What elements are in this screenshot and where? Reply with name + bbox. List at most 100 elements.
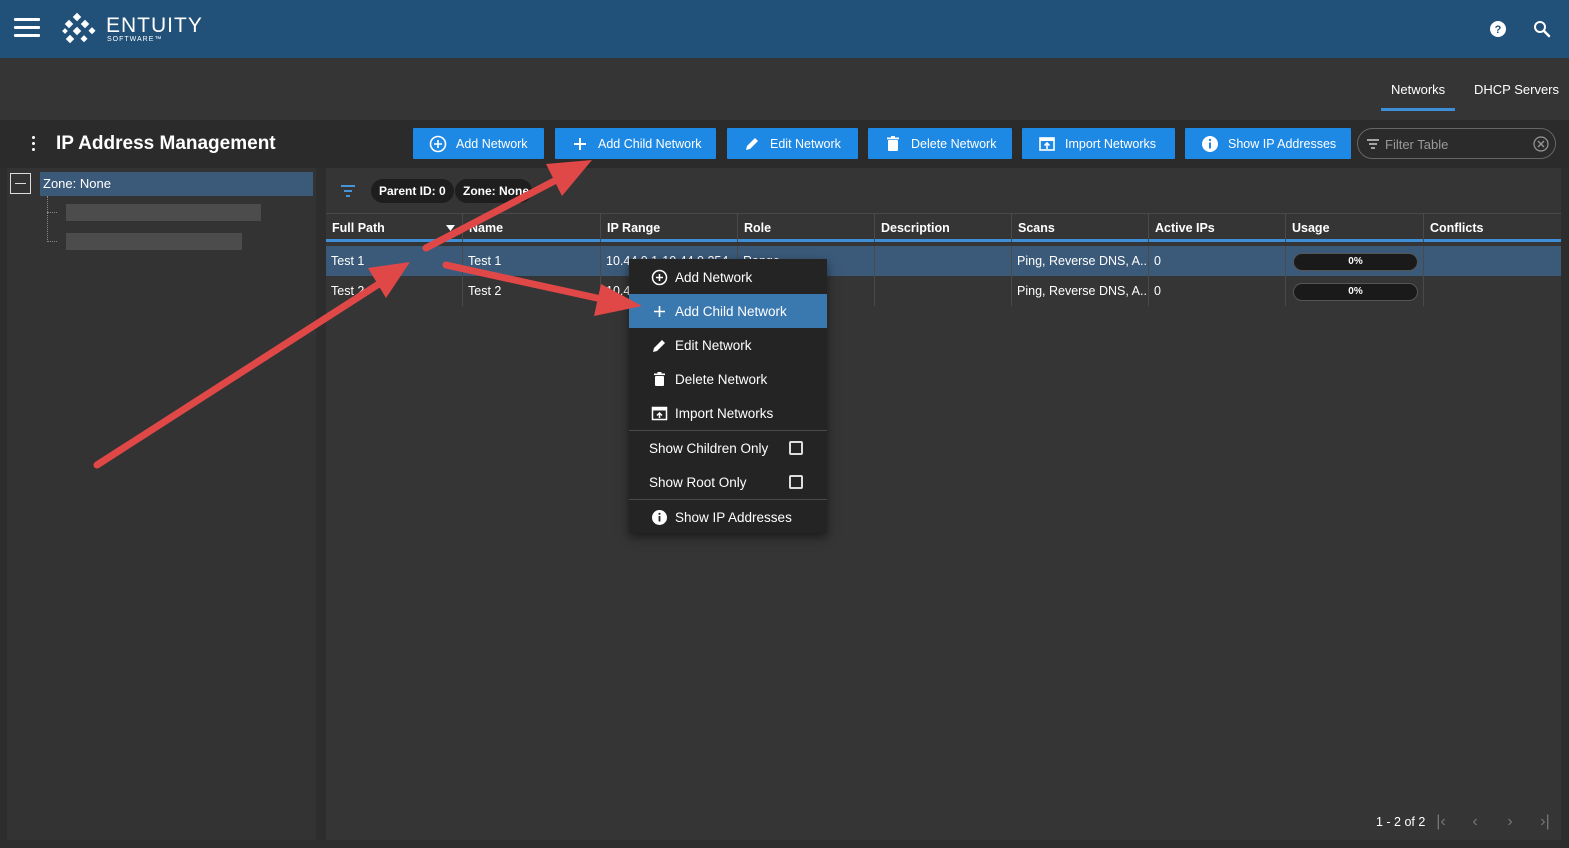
cell-active-ips: 0 <box>1149 276 1286 306</box>
import-icon <box>1038 135 1056 153</box>
pencil-icon <box>743 135 761 153</box>
menu-item-show-ip-addresses[interactable]: Show IP Addresses <box>629 500 827 534</box>
plus-icon <box>651 303 668 320</box>
cell-usage: 0% <box>1286 276 1424 306</box>
menu-item-delete-network[interactable]: Delete Network <box>629 362 827 396</box>
context-menu: Add Network Add Child Network Edit Netwo… <box>629 259 827 533</box>
column-header-name[interactable]: Name <box>463 214 601 242</box>
column-header-active-ips[interactable]: Active IPs <box>1149 214 1286 242</box>
cell-name: Test 1 <box>463 246 601 276</box>
zone-tree-panel: Zone: None <box>7 168 316 840</box>
column-header-full-path[interactable]: Full Path <box>326 214 463 242</box>
menu-item-label: Show IP Addresses <box>675 509 792 525</box>
add-child-network-button[interactable]: Add Child Network <box>555 128 716 159</box>
column-label: Full Path <box>332 221 385 235</box>
tab-dhcp-servers[interactable]: DHCP Servers <box>1474 82 1559 97</box>
sort-desc-icon <box>446 225 455 231</box>
cell-name: Test 2 <box>463 276 601 306</box>
import-networks-button[interactable]: Import Networks <box>1022 128 1175 159</box>
clear-filter-icon[interactable] <box>1533 136 1549 152</box>
cell-active-ips: 0 <box>1149 246 1286 276</box>
tree-node-redacted[interactable] <box>66 233 242 250</box>
tree-connector <box>47 241 57 242</box>
info-icon <box>1201 135 1219 153</box>
brand-sub: SOFTWARE™ <box>107 35 163 43</box>
delete-network-button[interactable]: Delete Network <box>868 128 1012 159</box>
svg-text:?: ? <box>1495 24 1502 36</box>
cell-full-path: Test 2 <box>326 276 463 306</box>
table-header: Full Path Name IP Range Role Description… <box>326 213 1561 242</box>
menu-item-show-children-only[interactable]: Show Children Only <box>629 431 827 465</box>
tree-node-zone-none[interactable]: Zone: None <box>40 172 313 196</box>
filter-chip-parent-id[interactable]: Parent ID: 0 <box>371 179 454 203</box>
cell-conflicts <box>1424 276 1561 306</box>
menu-item-edit-network[interactable]: Edit Network <box>629 328 827 362</box>
add-network-button[interactable]: Add Network <box>413 128 544 159</box>
cell-scans: Ping, Reverse DNS, A... <box>1012 276 1149 306</box>
menu-item-label: Edit Network <box>675 337 752 353</box>
first-page-icon[interactable]: |‹ <box>1431 813 1451 833</box>
filter-lines-icon <box>1367 139 1379 149</box>
menu-item-label: Show Children Only <box>649 440 769 456</box>
info-icon <box>651 509 668 526</box>
cell-usage: 0% <box>1286 246 1424 276</box>
usage-bar: 0% <box>1293 253 1418 271</box>
table-row[interactable]: Test 2 Test 2 10.4 Ping, Reverse DNS, A.… <box>326 276 1561 306</box>
menu-item-add-child-network[interactable]: Add Child Network <box>629 294 827 328</box>
page-header: IP Address Management Add Network Add Ch… <box>0 120 1569 168</box>
tree-node-redacted[interactable] <box>66 204 261 221</box>
menu-item-show-root-only[interactable]: Show Root Only <box>629 465 827 499</box>
table-row[interactable]: Test 1 Test 1 10.44.0.1-10.44.0.254 Rang… <box>326 246 1561 276</box>
show-ip-addresses-button[interactable]: Show IP Addresses <box>1185 128 1351 159</box>
cell-description <box>875 276 1012 306</box>
import-networks-label: Import Networks <box>1065 136 1156 151</box>
filter-table-box <box>1357 128 1556 159</box>
column-header-ip-range[interactable]: IP Range <box>601 214 738 242</box>
last-page-icon[interactable]: ›| <box>1535 813 1555 833</box>
search-icon[interactable] <box>1531 18 1553 40</box>
checkbox-show-root-only[interactable] <box>789 475 803 489</box>
checkbox-show-children-only[interactable] <box>789 441 803 455</box>
sub-navigation: Networks DHCP Servers <box>0 58 1569 120</box>
menu-item-import-networks[interactable]: Import Networks <box>629 396 827 430</box>
import-icon <box>651 405 668 422</box>
filter-table-input[interactable] <box>1385 135 1525 153</box>
delete-network-label: Delete Network <box>911 136 997 151</box>
brand-name: ENTUITY <box>106 13 203 37</box>
column-header-conflicts[interactable]: Conflicts <box>1424 214 1561 242</box>
collapse-toggle-icon[interactable] <box>10 173 31 194</box>
menu-item-label: Add Child Network <box>675 303 787 319</box>
plus-icon <box>571 135 589 153</box>
more-options-icon[interactable] <box>28 136 38 154</box>
cell-description <box>875 246 1012 276</box>
filter-chip-zone[interactable]: Zone: None <box>455 179 532 203</box>
tree-connector <box>47 196 48 242</box>
cell-conflicts <box>1424 246 1561 276</box>
networks-table-panel: Parent ID: 0 Zone: None Full Path Name I… <box>326 168 1561 840</box>
usage-bar: 0% <box>1293 283 1418 301</box>
filter-icon[interactable] <box>340 184 356 203</box>
prev-page-icon[interactable]: ‹ <box>1465 813 1485 833</box>
help-icon[interactable]: ? <box>1487 18 1509 40</box>
top-bar: ENTUITY SOFTWARE™ ? <box>0 0 1569 58</box>
plus-circle-icon <box>429 135 447 153</box>
hamburger-menu-icon[interactable] <box>14 18 40 38</box>
trash-icon <box>884 135 902 153</box>
column-header-usage[interactable]: Usage <box>1286 214 1424 242</box>
trash-icon <box>651 371 668 388</box>
add-network-label: Add Network <box>456 136 528 151</box>
add-child-network-label: Add Child Network <box>598 136 702 151</box>
pagination-summary: 1 - 2 of 2 <box>1376 815 1426 829</box>
tab-networks[interactable]: Networks <box>1380 82 1456 111</box>
edit-network-label: Edit Network <box>770 136 841 151</box>
plus-circle-icon <box>651 269 668 286</box>
menu-item-add-network[interactable]: Add Network <box>629 260 827 294</box>
menu-item-label: Show Root Only <box>649 474 747 490</box>
edit-network-button[interactable]: Edit Network <box>727 128 858 159</box>
next-page-icon[interactable]: › <box>1500 813 1520 833</box>
column-header-scans[interactable]: Scans <box>1012 214 1149 242</box>
logo-mark-icon <box>62 12 96 44</box>
column-header-role[interactable]: Role <box>738 214 875 242</box>
entuity-logo: ENTUITY SOFTWARE™ <box>60 12 203 46</box>
column-header-description[interactable]: Description <box>875 214 1012 242</box>
